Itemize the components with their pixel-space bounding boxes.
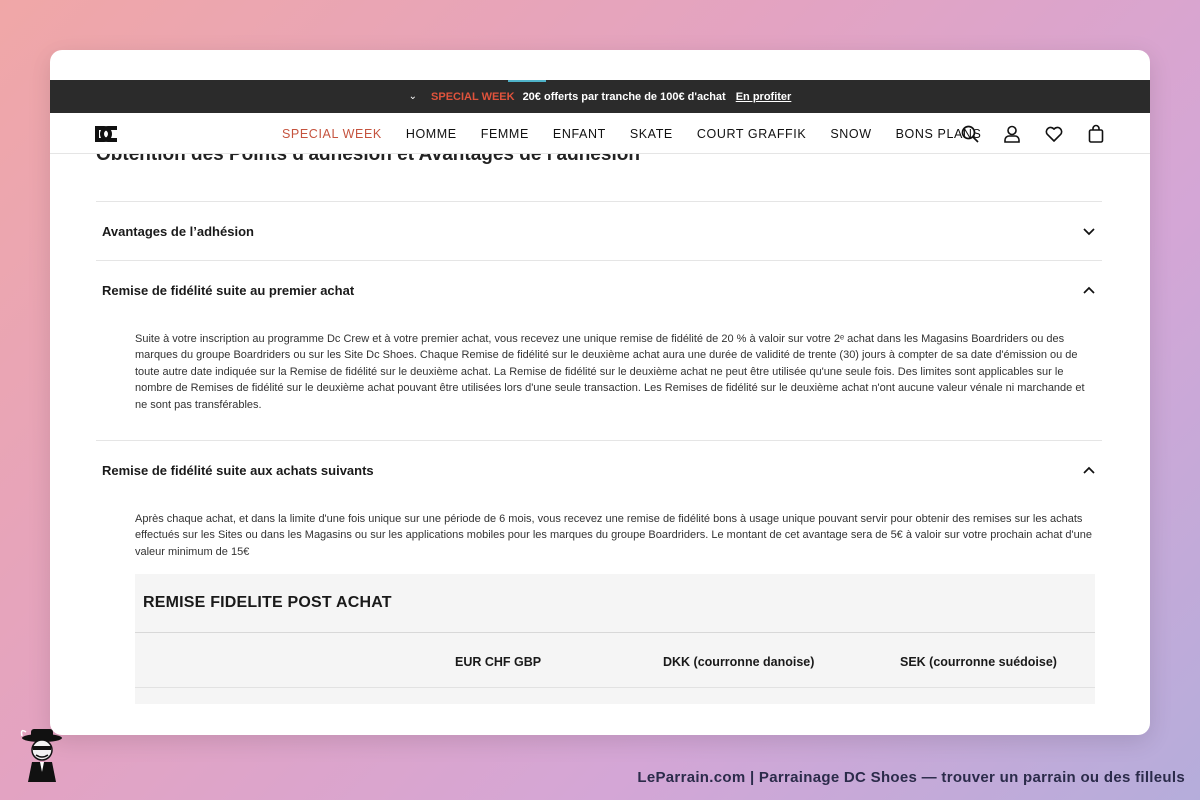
nav-menu: SPECIAL WEEK HOMME FEMME ENFANT SKATE CO…: [282, 113, 982, 154]
browser-window: ⌄ SPECIAL WEEK 20€ offerts par tranche d…: [50, 50, 1150, 735]
heading-clip: Obtention des Points d'adhésion et Avant…: [96, 154, 1102, 166]
promo-link[interactable]: En profiter: [736, 91, 792, 103]
watermark-caption: LeParrain.com | Parrainage DC Shoes — tr…: [637, 769, 1185, 786]
table-title: REMISE FIDELITE POST ACHAT: [135, 574, 1095, 633]
accordion-body: Après chaque achat, et dans la limite d'…: [135, 513, 1093, 558]
accordion-item-premier-achat: Remise de fidélité suite au premier acha…: [96, 260, 1102, 440]
nav-item-special-week[interactable]: SPECIAL WEEK: [282, 127, 382, 141]
dc-logo-icon[interactable]: [94, 124, 118, 144]
search-icon[interactable]: [960, 124, 980, 144]
chevron-down-icon[interactable]: [1082, 224, 1096, 238]
accordion-title: Remise de fidélité suite au premier acha…: [102, 282, 355, 298]
promo-offer-text: 20€ offerts par tranche de 100€ d'achat: [522, 90, 726, 103]
nav-item-homme[interactable]: HOMME: [406, 127, 457, 141]
accordion-header[interactable]: Remise de fidélité suite au premier acha…: [96, 261, 1102, 319]
table-column-header: EUR CHF GBP: [455, 655, 542, 669]
accordion-item-achats-suivants: Remise de fidélité suite aux achats suiv…: [96, 440, 1102, 735]
table-header-row: EUR CHF GBP DKK (courronne danoise) SEK …: [135, 633, 1095, 688]
table-column-header: DKK (courronne danoise): [663, 655, 815, 669]
chevron-up-icon[interactable]: [1082, 463, 1096, 477]
promo-banner: ⌄ SPECIAL WEEK 20€ offerts par tranche d…: [50, 80, 1150, 113]
chevron-up-icon[interactable]: [1082, 283, 1096, 297]
accordion-item-avantages: Avantages de l’adhésion: [96, 201, 1102, 260]
nav-item-court-graffik[interactable]: COURT GRAFFIK: [697, 127, 806, 141]
nav-item-enfant[interactable]: ENFANT: [553, 127, 606, 141]
remise-table: REMISE FIDELITE POST ACHAT EUR CHF GBP D…: [135, 574, 1095, 704]
chevron-down-icon[interactable]: ⌄: [409, 91, 417, 102]
heart-icon[interactable]: [1044, 124, 1064, 144]
nav-item-snow[interactable]: SNOW: [830, 127, 871, 141]
accordion-header[interactable]: Remise de fidélité suite aux achats suiv…: [96, 441, 1102, 499]
bag-icon[interactable]: [1086, 124, 1106, 144]
main-nav: SPECIAL WEEK HOMME FEMME ENFANT SKATE CO…: [50, 113, 1150, 154]
nav-item-femme[interactable]: FEMME: [481, 127, 529, 141]
section-title: Obtention des Points d'adhésion et Avant…: [96, 154, 640, 165]
nav-item-skate[interactable]: SKATE: [630, 127, 673, 141]
accordion-body: Suite à votre inscription au programme D…: [135, 333, 1085, 411]
accordion-title: Remise de fidélité suite aux achats suiv…: [102, 462, 374, 478]
accordion-title: Avantages de l’adhésion: [102, 223, 254, 239]
account-icon[interactable]: [1002, 124, 1022, 144]
loading-indicator: [508, 80, 546, 82]
nav-icons: [960, 113, 1106, 154]
accordion-header[interactable]: Avantages de l’adhésion: [96, 202, 1102, 260]
promo-special-label: SPECIAL WEEK: [431, 90, 515, 103]
table-column-header: SEK (courronne suédoise): [900, 655, 1057, 669]
leparrain-mascot-icon: [20, 729, 62, 782]
